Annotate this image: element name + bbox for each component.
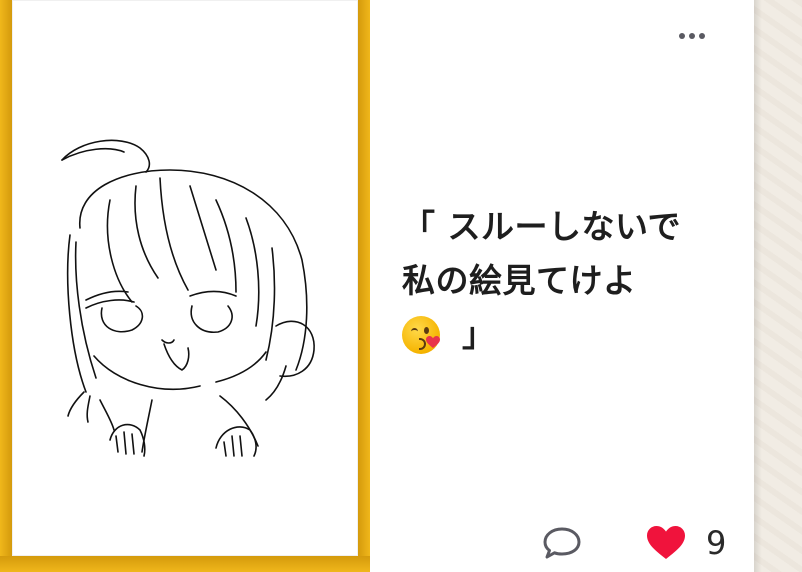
more-dot bbox=[689, 33, 695, 39]
caption-line-2: 私の絵見てけよ bbox=[402, 261, 637, 300]
heart-icon bbox=[647, 526, 685, 559]
caption-line-1: 「 スルーしないで bbox=[402, 207, 681, 246]
artwork-frame[interactable] bbox=[0, 0, 370, 572]
frame-right-edge bbox=[358, 0, 370, 572]
post-card: 「 スルーしないで 私の絵見てけよ 」 9 bbox=[0, 0, 754, 572]
more-options-button[interactable] bbox=[672, 22, 712, 50]
caption-close-bracket: 」 bbox=[462, 315, 496, 354]
post-actions: 9 bbox=[530, 520, 750, 566]
post-caption: 「 スルーしないで 私の絵見てけよ 」 bbox=[402, 200, 732, 362]
like-count: 9 bbox=[706, 524, 727, 562]
more-dot bbox=[699, 33, 705, 39]
caption-line-3: 」 bbox=[402, 308, 732, 362]
frame-bottom-edge bbox=[0, 556, 370, 572]
face-blowing-a-kiss-icon bbox=[402, 316, 440, 354]
more-dot bbox=[679, 33, 685, 39]
comment-button[interactable] bbox=[540, 522, 584, 564]
background-paper bbox=[754, 0, 802, 572]
artwork-sketch bbox=[61, 139, 315, 457]
app-screen: 「 スルーしないで 私の絵見てけよ 」 9 bbox=[0, 0, 802, 572]
comment-bubble-icon bbox=[543, 527, 581, 559]
like-button[interactable] bbox=[642, 522, 690, 564]
frame-left-edge bbox=[0, 0, 12, 572]
